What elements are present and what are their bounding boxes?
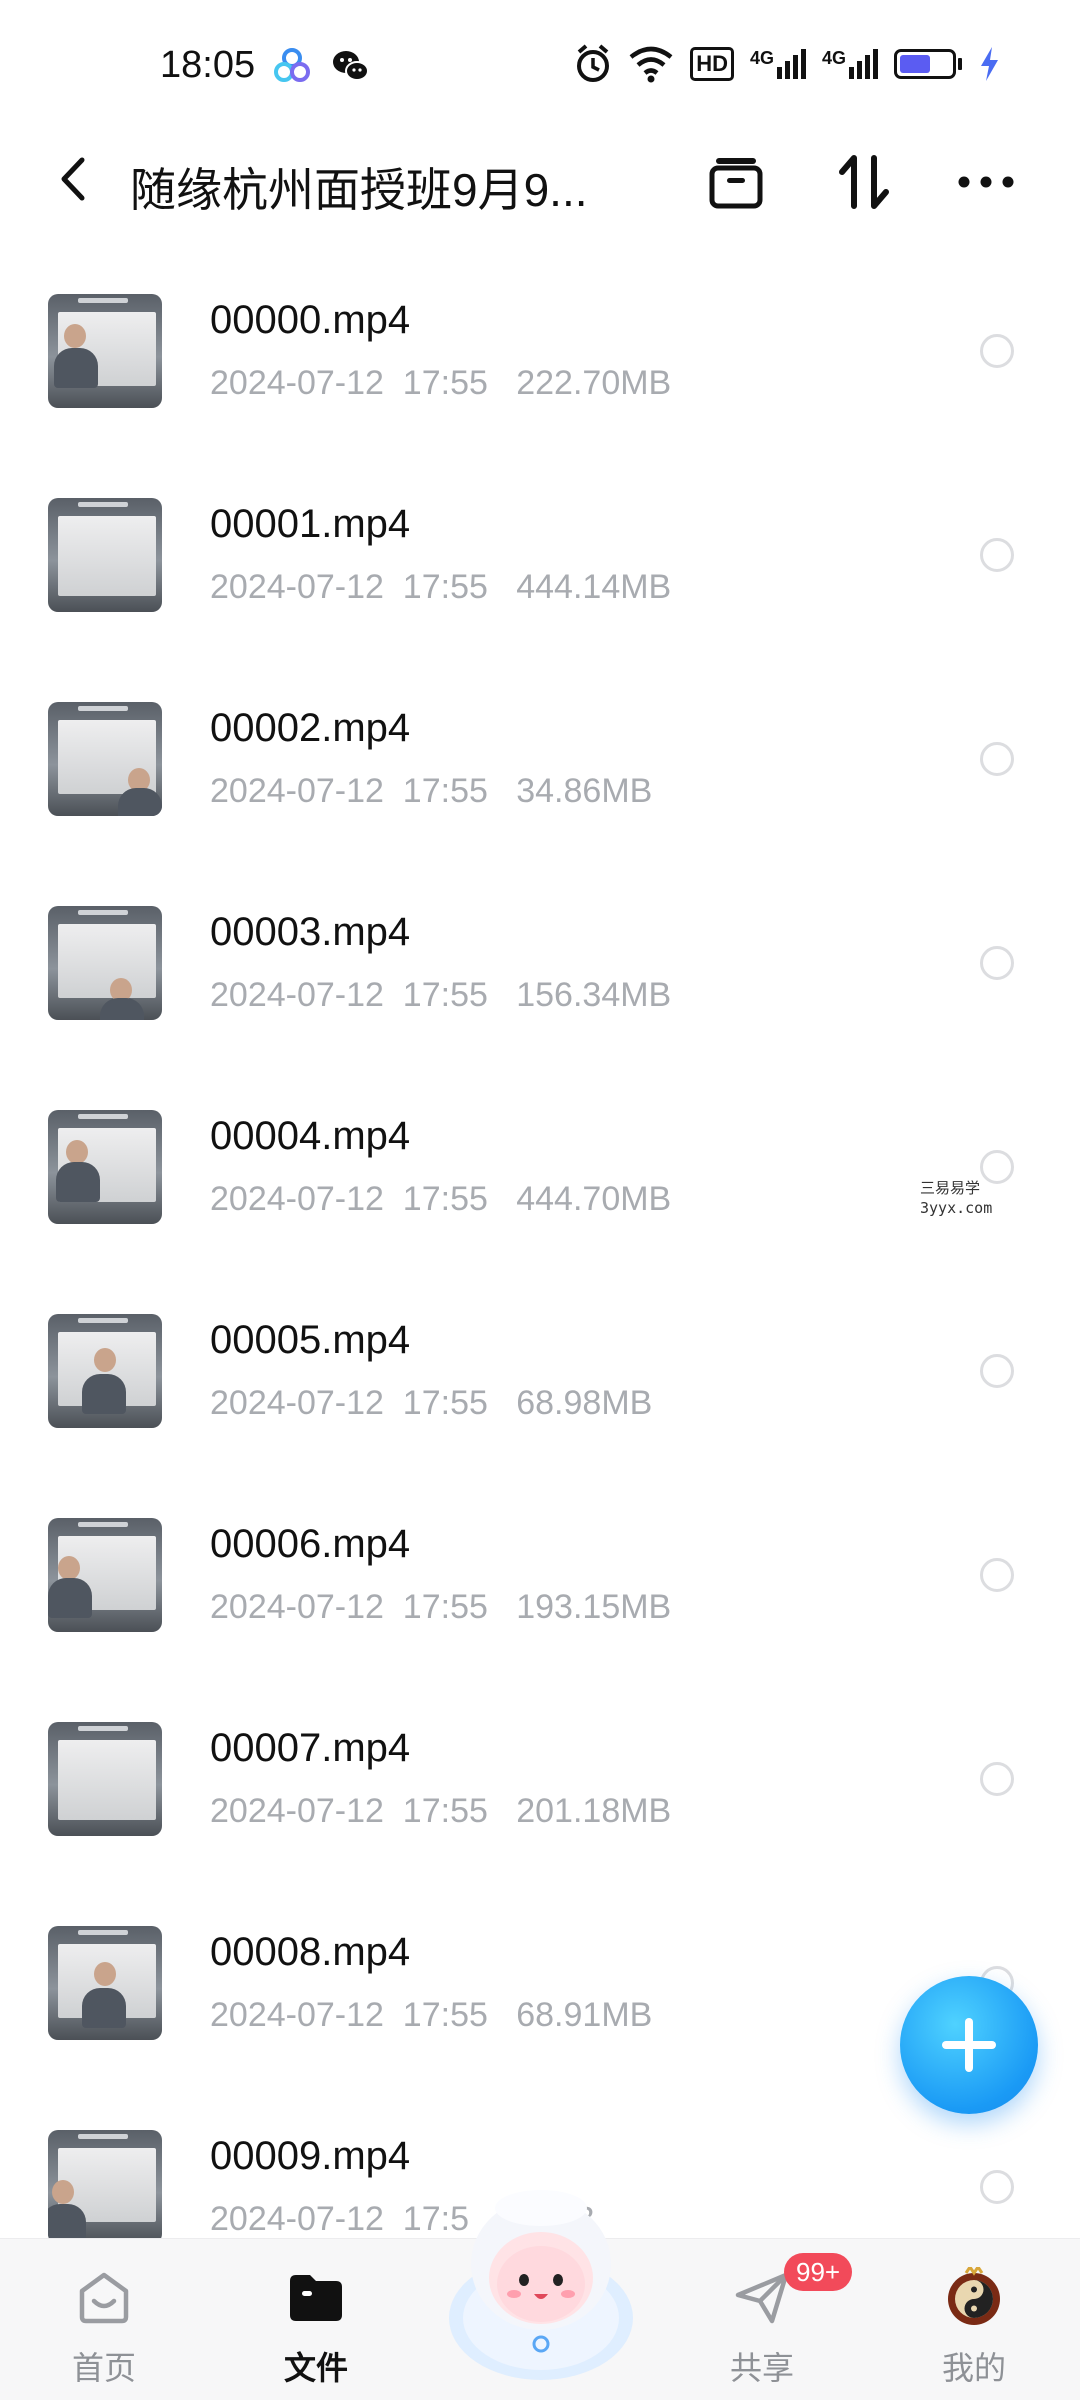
video-thumbnail [48,1518,162,1632]
file-row[interactable]: 00007.mp4 2024-07-12 17:55 201.18MB [0,1678,1080,1882]
file-row[interactable]: 00005.mp4 2024-07-12 17:55 68.98MB [0,1270,1080,1474]
alarm-icon [577,44,610,82]
video-thumbnail [48,1314,162,1428]
video-thumbnail [48,1110,162,1224]
select-radio[interactable] [980,946,1014,980]
folder-icon [290,2275,342,2321]
charging-icon [981,47,998,81]
more-icon[interactable] [952,148,1020,216]
file-row[interactable]: 00002.mp4 2024-07-12 17:55 34.86MB [0,658,1080,862]
nav-share-label: 共享 [729,2350,794,2386]
file-meta: 2024-07-12 17:55 444.14MB [210,568,672,606]
file-meta: 2024-07-12 17:55 68.98MB [210,1384,653,1422]
file-name: 00000.mp4 [210,298,411,342]
status-bar: 18:05 HD 4G 4G [0,0,1080,140]
assistant-mascot-button[interactable] [438,2168,644,2388]
video-thumbnail [48,1926,162,2040]
share-badge: 99+ [784,2253,853,2291]
file-meta: 2024-07-12 17:55 193.15MB [210,1588,672,1626]
file-name: 00007.mp4 [210,1726,411,1770]
wechat-icon [333,51,369,81]
battery-icon [894,49,962,79]
file-row[interactable]: 00001.mp4 2024-07-12 17:55 444.14MB [0,454,1080,658]
nav-files[interactable]: 文件 [246,2259,386,2389]
hd-icon: HD [690,47,734,81]
video-thumbnail [48,702,162,816]
file-row[interactable]: 00006.mp4 2024-07-12 17:55 193.15MB [0,1474,1080,1678]
video-thumbnail [48,294,162,408]
app-cloud-icon [274,48,310,82]
select-radio[interactable] [980,2170,1014,2204]
back-button[interactable] [48,152,102,206]
signal-4g-icon-2: 4G [822,49,878,79]
home-icon [79,2272,129,2324]
file-name: 00006.mp4 [210,1522,411,1566]
file-meta: 2024-07-12 17:55 444.70MB [210,1180,672,1218]
video-thumbnail [48,498,162,612]
archive-icon[interactable] [702,148,770,216]
status-time: 18:05 [160,44,256,86]
file-meta: 2024-07-12 17:55 68.91MB [210,1996,653,2034]
file-row[interactable]: 00003.mp4 2024-07-12 17:55 156.34MB [0,862,1080,1066]
nav-mine-label: 我的 [941,2350,1006,2386]
send-icon [735,2272,789,2324]
file-name: 00001.mp4 [210,502,411,546]
file-name: 00003.mp4 [210,910,411,954]
nav-mine[interactable]: 我的 [904,2259,1044,2389]
header: 随缘杭州面授班9月9... [0,130,1080,230]
select-radio[interactable] [980,538,1014,572]
file-meta: 2024-07-12 17:55 156.34MB [210,976,672,1014]
video-thumbnail [48,906,162,1020]
video-thumbnail [48,1722,162,1836]
file-meta: 2024-07-12 17:55 222.70MB [210,364,672,402]
page-title: 随缘杭州面授班9月9... [130,164,588,216]
nav-home-label: 首页 [71,2350,136,2386]
select-radio[interactable] [980,334,1014,368]
wifi-icon [629,46,673,83]
file-row[interactable]: 00004.mp4 2024-07-12 17:55 444.70MB [0,1066,1080,1270]
file-list: 00000.mp4 2024-07-12 17:55 222.70MB 0000… [0,250,1080,2290]
nav-files-label: 文件 [283,2350,348,2386]
nav-share[interactable]: 99+ 共享 [692,2253,853,2389]
status-left-icons [272,46,370,86]
watermark: 三易易学 3yyx.com [920,1178,992,1218]
file-meta: 2024-07-12 17:55 34.86MB [210,772,653,810]
watermark-line-2: 3yyx.com [920,1199,993,1217]
add-button[interactable] [900,1976,1038,2114]
file-name: 00004.mp4 [210,1114,411,1158]
nav-home[interactable]: 首页 [34,2259,174,2389]
sort-icon[interactable] [830,148,898,216]
watermark-line-1: 三易易学 [920,1179,981,1197]
status-right-icons: HD 4G 4G [574,44,1000,84]
file-name: 00008.mp4 [210,1930,411,1974]
select-radio[interactable] [980,1558,1014,1592]
file-row[interactable]: 00000.mp4 2024-07-12 17:55 222.70MB [0,250,1080,454]
select-radio[interactable] [980,742,1014,776]
avatar [948,2267,1000,2325]
file-name: 00005.mp4 [210,1318,411,1362]
signal-4g-icon-1: 4G [750,49,806,79]
select-radio[interactable] [980,1354,1014,1388]
file-meta: 2024-07-12 17:55 201.18MB [210,1792,672,1830]
file-name: 00009.mp4 [210,2134,411,2178]
file-name: 00002.mp4 [210,706,411,750]
select-radio[interactable] [980,1762,1014,1796]
video-thumbnail [48,2130,162,2244]
